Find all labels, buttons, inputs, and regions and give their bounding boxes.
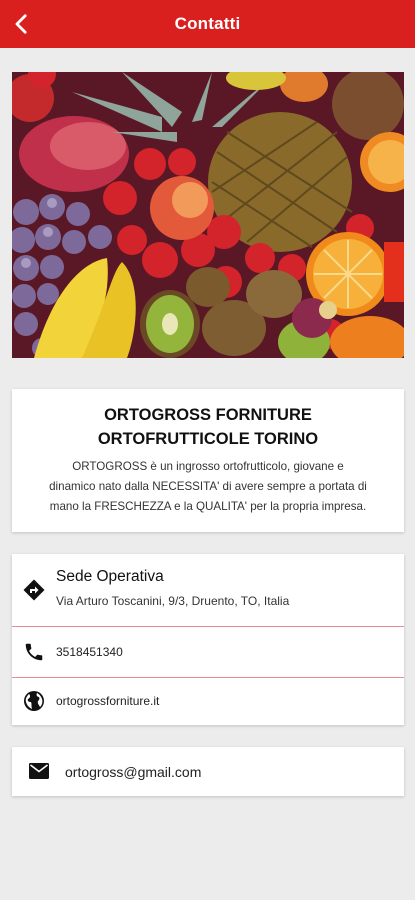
- phone-value[interactable]: 3518451340: [56, 645, 123, 659]
- email-card[interactable]: ortogross@gmail.com: [12, 747, 404, 796]
- back-arrow-icon[interactable]: [4, 6, 40, 42]
- app-bar: Contatti: [0, 0, 415, 48]
- email-value[interactable]: ortogross@gmail.com: [65, 764, 201, 780]
- contact-info-card: Sede Operativa Via Arturo Toscanini, 9/3…: [12, 554, 404, 725]
- description-line-1: ORTOGROSS è un ingrosso ortofrutticolo, …: [72, 460, 344, 473]
- company-name: ORTOGROSS FORNITURE ORTOFRUTTICOLE TORIN…: [32, 403, 384, 451]
- address-value: Via Arturo Toscanini, 9/3, Druento, TO, …: [56, 594, 290, 608]
- about-card: ORTOGROSS FORNITURE ORTOFRUTTICOLE TORIN…: [12, 389, 404, 532]
- phone-row[interactable]: 3518451340: [12, 627, 404, 678]
- description-line-3: mano la FRESCHEZZA e la QUALITA' per la …: [49, 500, 367, 513]
- globe-icon: [22, 689, 46, 713]
- description-line-2: dinamico nato dalla NECESSITA' di avere …: [49, 480, 367, 493]
- hero-fruit-image: [12, 72, 404, 358]
- website-value[interactable]: ortogrossforniture.it: [56, 694, 159, 708]
- company-description: ORTOGROSS è un ingrosso ortofrutticolo, …: [24, 457, 392, 517]
- phone-icon: [22, 640, 46, 664]
- company-name-line-2: ORTOFRUTTICOLE TORINO: [97, 430, 319, 448]
- company-name-line-1: ORTOGROSS FORNITURE: [104, 406, 312, 424]
- website-row[interactable]: ortogrossforniture.it: [12, 678, 404, 725]
- address-row[interactable]: Sede Operativa Via Arturo Toscanini, 9/3…: [12, 554, 404, 627]
- address-title: Sede Operativa: [56, 568, 164, 585]
- page-title: Contatti: [174, 14, 241, 33]
- directions-icon: [22, 578, 46, 602]
- mail-icon: [28, 761, 50, 781]
